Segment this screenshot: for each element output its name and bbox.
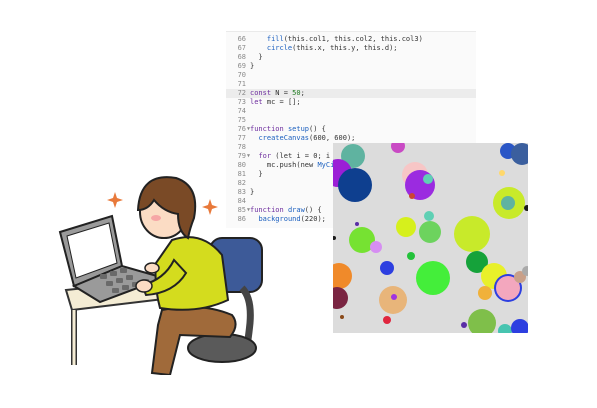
sketch-circle <box>396 217 416 237</box>
sketch-circle <box>468 309 496 333</box>
code-line[interactable]: 70 <box>226 71 476 80</box>
person-at-laptop-illustration <box>52 160 278 377</box>
code-line[interactable]: 67 circle(this.x, this.y, this.d); <box>226 44 476 53</box>
code-text: function setup() { <box>250 125 326 133</box>
sketch-circle <box>333 287 348 309</box>
sketch-circle <box>383 316 391 324</box>
line-number: 67 <box>237 44 246 52</box>
sketch-circle <box>423 174 433 184</box>
line-number: 66 <box>237 35 246 43</box>
sketch-circle <box>424 211 434 221</box>
code-text: fill(this.col1, this.col2, this.col3) <box>266 35 423 43</box>
code-line[interactable]: 75 <box>226 116 476 125</box>
sketch-circle <box>340 315 344 319</box>
line-number: 72 <box>237 89 246 97</box>
sketch-circle <box>499 170 505 176</box>
code-line[interactable]: 74 <box>226 107 476 116</box>
line-number: 70 <box>237 71 246 79</box>
sketch-circle <box>370 241 382 253</box>
code-text: const N = 50; <box>250 89 305 97</box>
sketch-circle <box>380 261 394 275</box>
sketch-circle <box>409 193 415 199</box>
code-text: let mc = []; <box>250 98 301 106</box>
line-number: 77 <box>237 134 246 142</box>
sketch-canvas <box>333 143 528 333</box>
sketch-circle <box>498 324 512 333</box>
code-text: circle(this.x, this.y, this.d); <box>266 44 398 52</box>
code-line[interactable]: 71 <box>226 80 476 89</box>
sketch-circle <box>391 294 397 300</box>
sketch-circle <box>333 236 336 240</box>
line-number: 78 <box>237 143 246 151</box>
line-number: 68 <box>237 53 246 61</box>
code-text: createCanvas(600, 600); <box>258 134 356 142</box>
line-number: 74 <box>237 107 246 115</box>
sketch-circle <box>391 143 405 153</box>
sketch-circle <box>407 252 415 260</box>
sketch-circle <box>501 196 515 210</box>
sketch-circle <box>333 263 352 289</box>
code-text: } <box>250 62 255 70</box>
sketch-circle <box>478 286 492 300</box>
code-line[interactable]: 76 ▼ function setup() { <box>226 125 476 134</box>
sketch-circle <box>416 261 450 295</box>
sketch-circle <box>461 322 467 328</box>
code-line[interactable]: 72 const N = 50; <box>226 89 476 98</box>
sketch-circle <box>379 286 407 314</box>
sketch-canvas-drawing <box>333 143 528 333</box>
code-line[interactable]: 66 fill(this.col1, this.col2, this.col3) <box>226 35 476 44</box>
code-line[interactable]: 73 let mc = []; <box>226 98 476 107</box>
line-number: 73 <box>237 98 246 106</box>
code-text: } <box>250 53 263 61</box>
code-line[interactable]: 68 } <box>226 53 476 62</box>
sketch-circle <box>511 319 528 333</box>
line-number: 75 <box>237 116 246 124</box>
sketch-circle <box>355 222 359 226</box>
line-number: 76 <box>237 125 246 133</box>
sketch-circle <box>419 221 441 243</box>
code-line[interactable]: 69} <box>226 62 476 71</box>
sketch-circle <box>338 168 372 202</box>
line-number: 71 <box>237 80 246 88</box>
sketch-circle <box>454 216 490 252</box>
code-line[interactable]: 77 createCanvas(600, 600); <box>226 134 476 143</box>
line-number: 69 <box>237 62 246 70</box>
